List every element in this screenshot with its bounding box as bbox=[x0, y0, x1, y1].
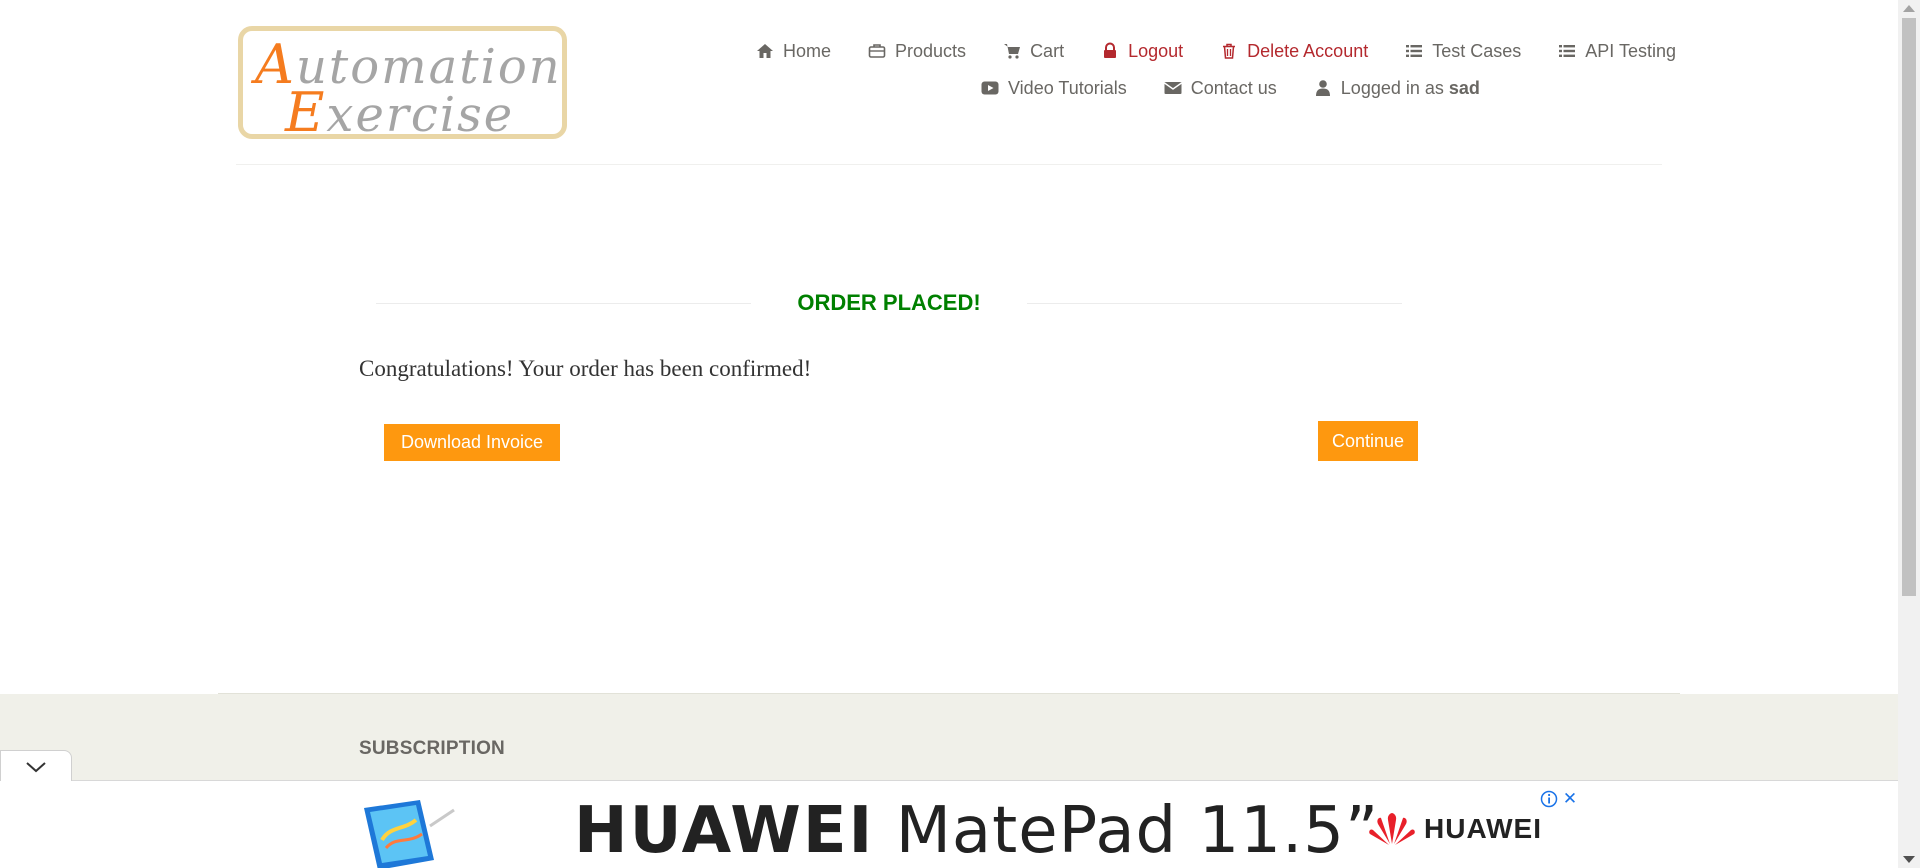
ad-brand-name: HUAWEI bbox=[1424, 813, 1542, 844]
subscription-heading: SUBSCRIPTION bbox=[359, 738, 505, 759]
info-icon[interactable] bbox=[1540, 790, 1558, 808]
ad-headline-product: MatePad 11.5” bbox=[895, 794, 1380, 868]
order-placed-title-block: ORDER PLACED! bbox=[376, 288, 1402, 318]
nav-contact-us[interactable]: Contact us bbox=[1163, 77, 1277, 99]
logo-line-2: Exercise bbox=[285, 81, 514, 144]
nav-contact-us-label: Contact us bbox=[1190, 77, 1277, 98]
nav-api-testing[interactable]: API Testing bbox=[1558, 41, 1676, 62]
logged-in-label: Logged in as bbox=[1340, 77, 1444, 98]
header-divider bbox=[236, 164, 1662, 165]
order-placed-title: ORDER PLACED! bbox=[797, 290, 981, 315]
youtube-icon bbox=[981, 81, 999, 95]
lock-icon bbox=[1104, 42, 1117, 58]
logo-text-exercise: xercise bbox=[326, 87, 515, 143]
home-icon bbox=[757, 44, 773, 58]
nav-home[interactable]: Home bbox=[756, 41, 831, 62]
nav-cart[interactable]: Cart bbox=[1003, 41, 1064, 62]
nav-products[interactable]: Products bbox=[868, 41, 966, 62]
tablet-illustration-icon bbox=[364, 800, 455, 868]
scroll-down-arrow-icon[interactable] bbox=[1903, 856, 1915, 863]
briefcase-icon bbox=[868, 44, 886, 58]
ad-headline: HUAWEI MatePad 11.5” bbox=[574, 794, 1379, 868]
ad-close-icon[interactable]: ✕ bbox=[1562, 790, 1578, 808]
nav-products-label: Products bbox=[895, 40, 967, 61]
nav-logout[interactable]: Logout bbox=[1101, 41, 1183, 62]
envelope-icon bbox=[1163, 82, 1182, 94]
ad-brand-logo: HUAWEI bbox=[1368, 812, 1542, 846]
nav-row-1: Home Products Cart Logout Delete Account… bbox=[676, 37, 1676, 65]
cart-icon bbox=[1004, 44, 1021, 59]
ad-headline-brand: HUAWEI bbox=[574, 794, 875, 868]
scroll-up-arrow-icon[interactable] bbox=[1903, 5, 1915, 12]
huawei-logo-icon bbox=[1369, 813, 1415, 845]
footer-divider bbox=[218, 693, 1680, 694]
user-icon bbox=[1315, 80, 1330, 96]
nav-row-2: Video Tutorials Contact us Logged in as … bbox=[676, 74, 1676, 102]
nav-cart-label: Cart bbox=[1030, 40, 1065, 61]
nav-logout-label: Logout bbox=[1128, 40, 1184, 61]
nav-delete-account-label: Delete Account bbox=[1247, 40, 1369, 61]
page-scrollbar[interactable] bbox=[1898, 0, 1920, 868]
nav-logged-in-as: Logged in as sad bbox=[1314, 78, 1480, 99]
nav-video-tutorials[interactable]: Video Tutorials bbox=[981, 78, 1127, 99]
logo-initial-e: E bbox=[285, 81, 327, 144]
nav-test-cases[interactable]: Test Cases bbox=[1405, 41, 1521, 62]
order-confirmation-message: Congratulations! Your order has been con… bbox=[359, 356, 812, 381]
nav-delete-account[interactable]: Delete Account bbox=[1220, 41, 1368, 62]
list-icon bbox=[1406, 45, 1423, 57]
site-header: Automation Exercise Home Products Cart L… bbox=[0, 0, 1898, 166]
nav-video-tutorials-label: Video Tutorials bbox=[1008, 77, 1127, 98]
ad-banner[interactable]: HUAWEI MatePad 11.5” HUAWEI bbox=[322, 790, 1576, 868]
ad-collapse-toggle[interactable] bbox=[0, 750, 72, 781]
logged-in-username: sad bbox=[1448, 77, 1480, 98]
site-logo[interactable]: Automation Exercise bbox=[238, 26, 567, 144]
nav-api-testing-label: API Testing bbox=[1585, 40, 1676, 61]
scrollbar-thumb[interactable] bbox=[1902, 18, 1916, 596]
nav-test-cases-label: Test Cases bbox=[1432, 40, 1522, 61]
nav-home-label: Home bbox=[783, 40, 832, 61]
trash-icon bbox=[1223, 43, 1236, 59]
main-nav: Home Products Cart Logout Delete Account… bbox=[676, 37, 1676, 102]
chevron-down-icon bbox=[26, 762, 46, 773]
download-invoice-button[interactable]: Download Invoice bbox=[384, 424, 560, 461]
list-icon bbox=[1559, 45, 1576, 57]
continue-button[interactable]: Continue bbox=[1318, 421, 1418, 461]
